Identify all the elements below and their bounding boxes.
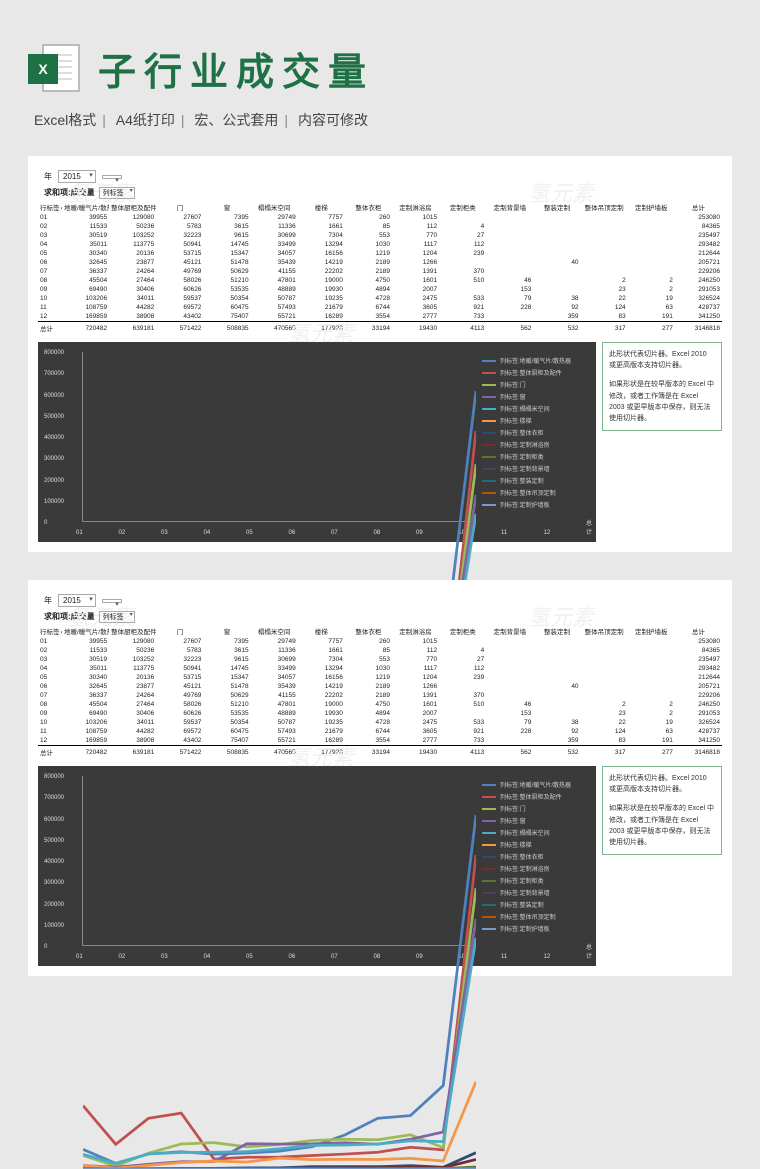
chart-legend: 列标签:地暖/暖气片/散热器列标签:整体厨柜及配件列标签:门列标签:窗列标签:榻… (482, 356, 590, 509)
excel-icon: X (28, 40, 84, 96)
filter-label: 年 (44, 171, 52, 182)
pivot-table: 行标签 ▾地暖/暖气片/散热器整体厨柜及配件门窗榻榻米空间楼梯整体衣柜定制淋浴房… (38, 201, 722, 334)
year-filter[interactable]: 2015 (58, 170, 96, 183)
header: X 子行业成交量 (28, 40, 732, 96)
pivot-table: 行标签 ▾地暖/暖气片/散热器整体厨柜及配件门窗榻榻米空间楼梯整体衣柜定制淋浴房… (38, 625, 722, 758)
slicer-note: 此形状代表切片器。Excel 2010 或更高版本支持切片器。如果形状是在较早版… (602, 342, 722, 431)
col-label-dropdown[interactable]: 列标签 (99, 187, 135, 199)
line-chart: 0100000200000300000400000500000600000700… (38, 342, 596, 542)
filter-dropdown[interactable] (102, 175, 122, 179)
excel-panel: 氢元素氢元素氢元素氢元素氢元素年 2015 求和项:成交量列标签行标签 ▾地暖/… (28, 156, 732, 552)
filter-dropdown[interactable] (102, 599, 122, 603)
excel-panel: 氢元素氢元素氢元素氢元素氢元素年 2015 求和项:成交量列标签行标签 ▾地暖/… (28, 580, 732, 976)
slicer-note: 此形状代表切片器。Excel 2010 或更高版本支持切片器。如果形状是在较早版… (602, 766, 722, 855)
line-chart: 0100000200000300000400000500000600000700… (38, 766, 596, 966)
chart-legend: 列标签:地暖/暖气片/散热器列标签:整体厨柜及配件列标签:门列标签:窗列标签:榻… (482, 780, 590, 933)
filter-label: 年 (44, 595, 52, 606)
tagline: Excel格式| A4纸打印| 宏、公式套用| 内容可修改 (28, 110, 732, 130)
page-title: 子行业成交量 (98, 41, 374, 96)
year-filter[interactable]: 2015 (58, 594, 96, 607)
col-label-dropdown[interactable]: 列标签 (99, 611, 135, 623)
